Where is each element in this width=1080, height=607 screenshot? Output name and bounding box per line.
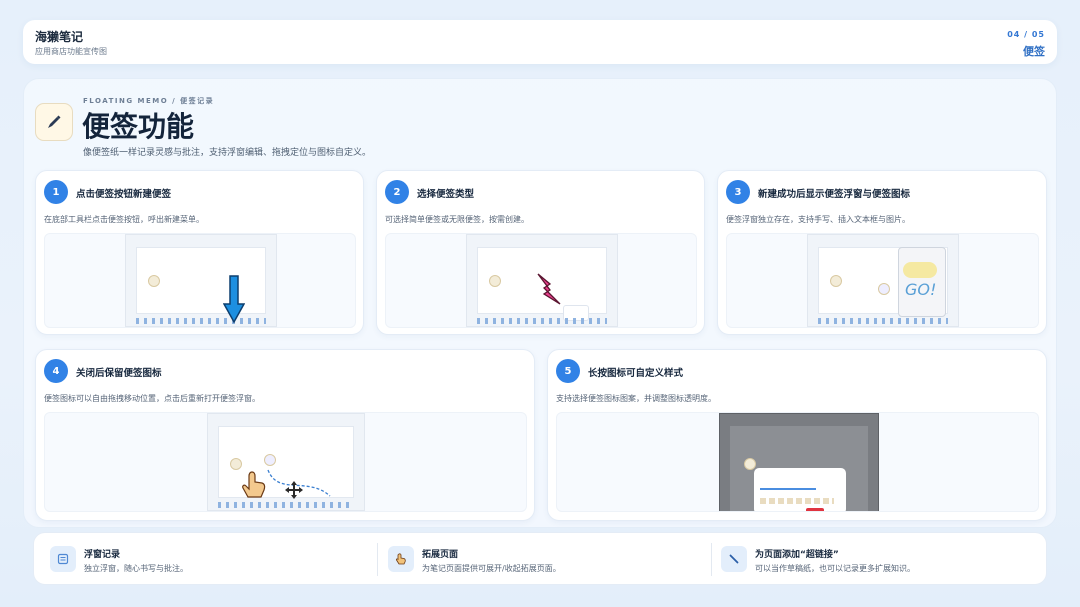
- hand-icon: [388, 546, 414, 572]
- step-title: 新建成功后显示便签浮窗与便签图标: [758, 189, 911, 200]
- step-title: 长按图标可自定义样式: [588, 368, 684, 379]
- top-bar: 海獭笔记 应用商店功能宣传图 04 / 05 便签: [23, 20, 1057, 64]
- step-screenshot: [385, 233, 697, 328]
- step-title: 关闭后保留便签图标: [76, 368, 162, 379]
- page-title: 便签功能: [82, 110, 195, 143]
- feature-item: 拓展页面 为笔记页面提供可展开/收起拓展页面。: [372, 533, 702, 586]
- step-screenshot: [44, 412, 527, 512]
- link-icon: [721, 546, 747, 572]
- step-description: 可选择简单便签或无限便签，按需创建。: [385, 215, 529, 224]
- feature-title: 拓展页面: [422, 550, 459, 560]
- feature-title: 浮窗记录: [84, 550, 121, 560]
- step-screenshot: [556, 412, 1039, 512]
- memo-icon: [264, 454, 276, 466]
- memo-float-window: GO!: [898, 247, 946, 317]
- feature-item: 浮窗记录 独立浮窗，随心书写与批注。: [34, 533, 364, 586]
- feature-description: 为笔记页面提供可展开/收起拓展页面。: [422, 564, 561, 573]
- feature-title: 为页面添加“超链接”: [755, 550, 839, 560]
- memo-text: GO!: [905, 280, 937, 299]
- hero-description: 像便签纸一样记录灵感与批注，支持浮窗编辑、拖拽定位与图标自定义。: [83, 148, 372, 158]
- step-title: 选择便签类型: [417, 189, 475, 200]
- step-description: 便签图标可以自由拖拽移动位置，点击后重新打开便签浮窗。: [44, 394, 260, 403]
- memo-icon: [878, 283, 890, 295]
- tablet-mockup: [125, 234, 277, 327]
- tablet-mockup: GO!: [807, 234, 959, 327]
- step-card-3: 3 新建成功后显示便签浮窗与便签图标 便签浮窗独立存在，支持手写、插入文本框与图…: [717, 170, 1047, 335]
- toolbar: [218, 502, 354, 508]
- icon-style-dialog: [754, 468, 846, 511]
- page-name: 便签: [1023, 45, 1045, 58]
- move-icon: [285, 481, 303, 499]
- step-screenshot: [44, 233, 356, 328]
- step-number: 1: [44, 180, 68, 204]
- main-panel: FLOATING MEMO / 便签记录 便签功能 像便签纸一样记录灵感与批注，…: [23, 78, 1057, 528]
- toolbar: [136, 318, 266, 324]
- step-screenshot: GO!: [726, 233, 1039, 328]
- step-description: 在底部工具栏点击便签按钮，呼出新建菜单。: [44, 215, 204, 224]
- memo-avatar-icon: [148, 275, 160, 287]
- step-number: 5: [556, 359, 580, 383]
- step-card-5: 5 长按图标可自定义样式 支持选择便签图标图案，并调整图标透明度。: [547, 349, 1047, 521]
- memo-avatar-icon: [830, 275, 842, 287]
- note-icon: [50, 546, 76, 572]
- tablet-mockup-dimmed: [719, 413, 879, 511]
- page-indicator: 04 / 05: [1007, 30, 1045, 39]
- step-card-4: 4 关闭后保留便签图标 便签图标可以自由拖拽移动位置，点击后重新打开便签浮窗。: [35, 349, 535, 521]
- step-title: 点击便签按钮新建便签: [76, 189, 172, 200]
- toolbar: [477, 318, 607, 324]
- step-description: 支持选择便签图标图案，并调整图标透明度。: [556, 394, 716, 403]
- step-card-1: 1 点击便签按钮新建便签 在底部工具栏点击便签按钮，呼出新建菜单。: [35, 170, 364, 335]
- pen-icon: [35, 103, 73, 141]
- step-number: 2: [385, 180, 409, 204]
- step-number: 4: [44, 359, 68, 383]
- arrow-down-icon: [223, 275, 245, 324]
- feature-description: 独立浮窗，随心书写与批注。: [84, 564, 188, 573]
- tablet-mockup: [207, 413, 365, 511]
- step-card-2: 2 选择便签类型 可选择简单便签或无限便签，按需创建。: [376, 170, 705, 335]
- memo-avatar-icon: [744, 458, 756, 470]
- step-description: 便签浮窗独立存在，支持手写、插入文本框与图片。: [726, 215, 910, 224]
- lightning-icon: [537, 273, 561, 305]
- step-number: 3: [726, 180, 750, 204]
- app-title: 海獭笔记: [35, 30, 84, 44]
- memo-avatar-icon: [230, 458, 242, 470]
- toolbar: [818, 318, 948, 324]
- memo-avatar-icon: [489, 275, 501, 287]
- app-subtitle: 应用商店功能宣传图: [35, 47, 107, 56]
- hand-pointer-icon: [242, 471, 266, 498]
- feature-description: 可以当作草稿纸，也可以记录更多扩展知识。: [755, 564, 915, 573]
- feature-strip: 浮窗记录 独立浮窗，随心书写与批注。 拓展页面 为笔记页面提供可展开/收起拓展页…: [33, 532, 1047, 585]
- feature-item: 为页面添加“超链接” 可以当作草稿纸，也可以记录更多扩展知识。: [705, 533, 1035, 586]
